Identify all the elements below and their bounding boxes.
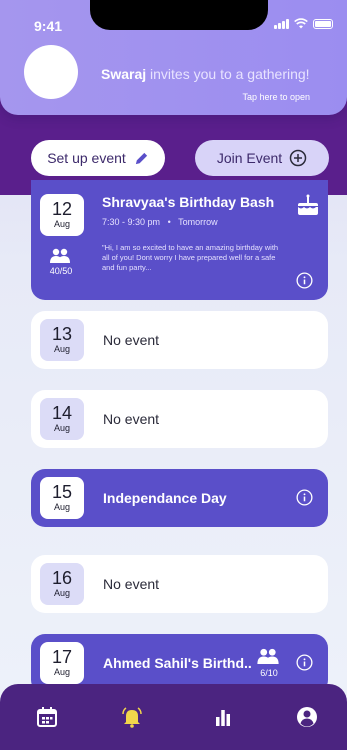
notification-action[interactable]: Tap here to open [242,92,310,102]
event-description: "Hi, I am so excited to have an amazing … [102,243,279,272]
meta-separator: • [162,217,176,227]
notification-text: Swaraj invites you to a gathering! [101,66,310,82]
bottom-nav [0,684,347,750]
date-badge: 17 Aug [40,642,84,684]
info-icon[interactable] [296,489,313,506]
day-status: No event [103,576,160,592]
date-day: 16 [51,568,73,588]
date-badge: 13 Aug [40,319,84,361]
day-card-14[interactable]: 14 Aug No event [31,390,328,448]
date-month: Aug [53,588,70,598]
setup-event-button[interactable]: Set up event [31,140,165,176]
featured-event-card[interactable]: 12 Aug Shravyaa's Birthday Bash 7:30 - 9… [31,180,328,300]
date-month: Aug [53,219,70,229]
battery-icon [313,19,333,29]
day-status: No event [103,411,160,427]
day-card-13[interactable]: 13 Aug No event [31,311,328,369]
user-icon[interactable] [296,706,318,728]
bell-icon[interactable] [121,706,143,728]
plus-circle-icon [289,149,307,167]
header-actions: Set up event Join Event [0,140,347,178]
attendee-count: 6/10 [260,668,278,678]
notification-message: invites you to a gathering! [150,66,310,82]
bar-chart-icon[interactable] [212,706,234,728]
calendar-icon[interactable] [36,706,58,728]
date-day: 17 [51,647,73,667]
device-notch [90,0,268,30]
people-icon [257,648,279,664]
event-time: 7:30 - 9:30 pm [102,217,161,227]
status-icons [274,18,333,29]
date-day: 12 [51,199,73,219]
join-event-button[interactable]: Join Event [195,140,329,176]
date-month: Aug [53,344,70,354]
setup-event-label: Set up event [47,150,126,166]
cake-icon [298,194,318,215]
event-meta: 7:30 - 9:30 pm • Tomorrow [102,217,218,227]
date-badge: 14 Aug [40,398,84,440]
date-badge: 12 Aug [40,194,84,236]
avatar [24,45,78,99]
status-bar: 9:41 [0,0,347,36]
date-month: Aug [53,423,70,433]
attendee-count: 40/50 [49,266,73,276]
people-icon [50,248,70,263]
event-title: Shravyaa's Birthday Bash [102,194,275,210]
event-title: Ahmed Sahil's Birthd.. [103,655,252,671]
notification-sender: Swaraj [101,66,147,82]
join-event-label: Join Event [216,150,283,166]
date-badge: 16 Aug [40,563,84,605]
date-day: 14 [51,403,73,423]
info-icon[interactable] [296,272,313,289]
pencil-icon [135,152,147,164]
date-badge: 15 Aug [40,477,84,519]
status-time: 9:41 [34,18,63,34]
day-card-15[interactable]: 15 Aug Independance Day [31,469,328,527]
date-month: Aug [53,667,70,677]
info-icon[interactable] [296,654,313,671]
date-day: 15 [51,482,73,502]
date-day: 13 [51,324,73,344]
date-month: Aug [53,502,70,512]
day-status: No event [103,332,160,348]
wifi-icon [294,18,308,29]
signal-icon [274,19,289,29]
event-title: Independance Day [103,490,227,506]
event-when: Tomorrow [178,217,218,227]
day-card-16[interactable]: 16 Aug No event [31,555,328,613]
